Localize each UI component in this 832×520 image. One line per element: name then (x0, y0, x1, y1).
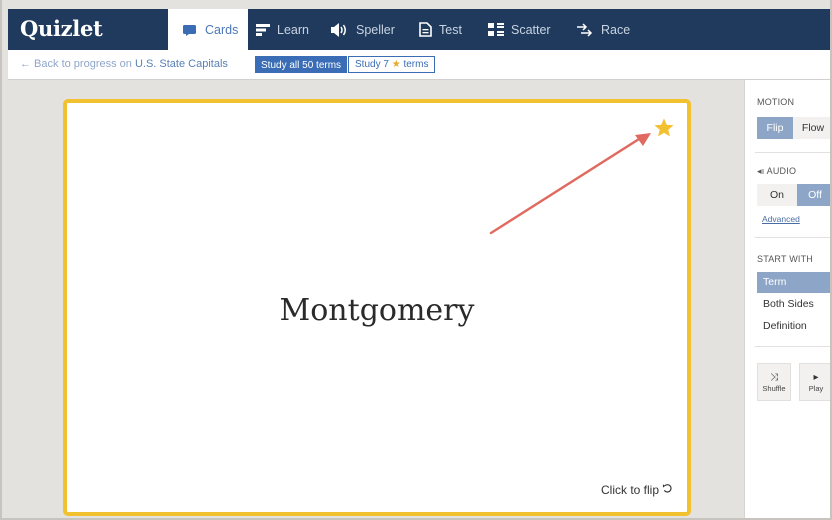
start-with-section-title: START WITH (757, 254, 813, 264)
section-divider (755, 152, 832, 153)
shuffle-icon: ⤨ (770, 371, 778, 383)
study-starred-terms-button[interactable]: Study 7 ★ terms (348, 56, 436, 73)
click-to-flip-hint[interactable]: Click to flip (601, 483, 673, 497)
audio-on-option[interactable]: On (757, 184, 797, 206)
learn-icon (256, 23, 270, 36)
motion-section-title: MOTION (757, 97, 795, 107)
tab-label: Learn (277, 22, 309, 37)
options-panel: MOTION Flip Flow ◂ı AUDIO On Off Advance… (744, 80, 832, 520)
tab-scatter[interactable]: Scatter (488, 9, 551, 50)
tab-speller[interactable]: Speller (331, 9, 395, 50)
top-nav-bar: Quizlet Cards Learn Speller Test Scatter (8, 9, 832, 50)
card-term-text: Montgomery (279, 293, 475, 328)
motion-flip-option[interactable]: Flip (757, 117, 793, 139)
set-title-link[interactable]: U.S. State Capitals (135, 58, 228, 70)
motion-flow-option[interactable]: Flow (793, 117, 832, 139)
tab-label: Speller (356, 22, 395, 37)
audio-small-icon: ◂ı (757, 166, 765, 176)
race-arrows-icon (576, 22, 594, 37)
shuffle-label: Shuffle (762, 383, 786, 393)
flip-hint-text: Click to flip (600, 483, 659, 497)
section-divider (755, 237, 832, 238)
tab-label: Scatter (511, 22, 551, 37)
audio-title-text: AUDIO (766, 166, 797, 176)
tab-test[interactable]: Test (419, 9, 462, 50)
annotation-arrow (489, 133, 651, 235)
play-icon: ▸ (813, 371, 819, 383)
back-to-progress-link[interactable]: ← Back to progress on U.S. State Capital… (20, 58, 228, 70)
star-icon: ★ (391, 59, 401, 70)
audio-section-title: ◂ı AUDIO (757, 166, 796, 177)
play-button[interactable]: ▸ Play (799, 363, 832, 401)
tab-learn[interactable]: Learn (256, 9, 309, 50)
flashcard[interactable]: Montgomery Click to flip (63, 99, 691, 516)
study-starred-suffix: terms (403, 59, 429, 70)
tab-cards[interactable]: Cards (168, 9, 248, 50)
shuffle-button[interactable]: ⤨ Shuffle (757, 363, 791, 401)
play-label: Play (808, 383, 824, 393)
cards-icon (183, 24, 198, 36)
start-with-definition-option[interactable]: Definition (757, 316, 832, 337)
tab-race[interactable]: Race (576, 9, 630, 50)
flip-icon (662, 483, 673, 497)
audio-off-option[interactable]: Off (797, 184, 832, 206)
back-link-text: ← Back to progress on (20, 58, 132, 70)
document-icon (419, 22, 432, 37)
tab-label: Cards (205, 22, 239, 37)
quizlet-logo[interactable]: Quizlet (20, 16, 103, 41)
section-divider (755, 346, 832, 347)
breadcrumb-bar: ← Back to progress on U.S. State Capital… (8, 50, 832, 80)
start-with-term-option[interactable]: Term (757, 272, 832, 293)
start-with-both-sides-option[interactable]: Both Sides (757, 294, 832, 315)
tab-label: Test (439, 22, 462, 37)
study-all-terms-button[interactable]: Study all 50 terms (255, 56, 348, 73)
speaker-icon (331, 22, 349, 37)
scatter-grid-icon (488, 23, 504, 36)
advanced-audio-link[interactable]: Advanced (762, 214, 800, 224)
study-starred-prefix: Study 7 (355, 59, 389, 70)
tab-label: Race (601, 22, 631, 37)
